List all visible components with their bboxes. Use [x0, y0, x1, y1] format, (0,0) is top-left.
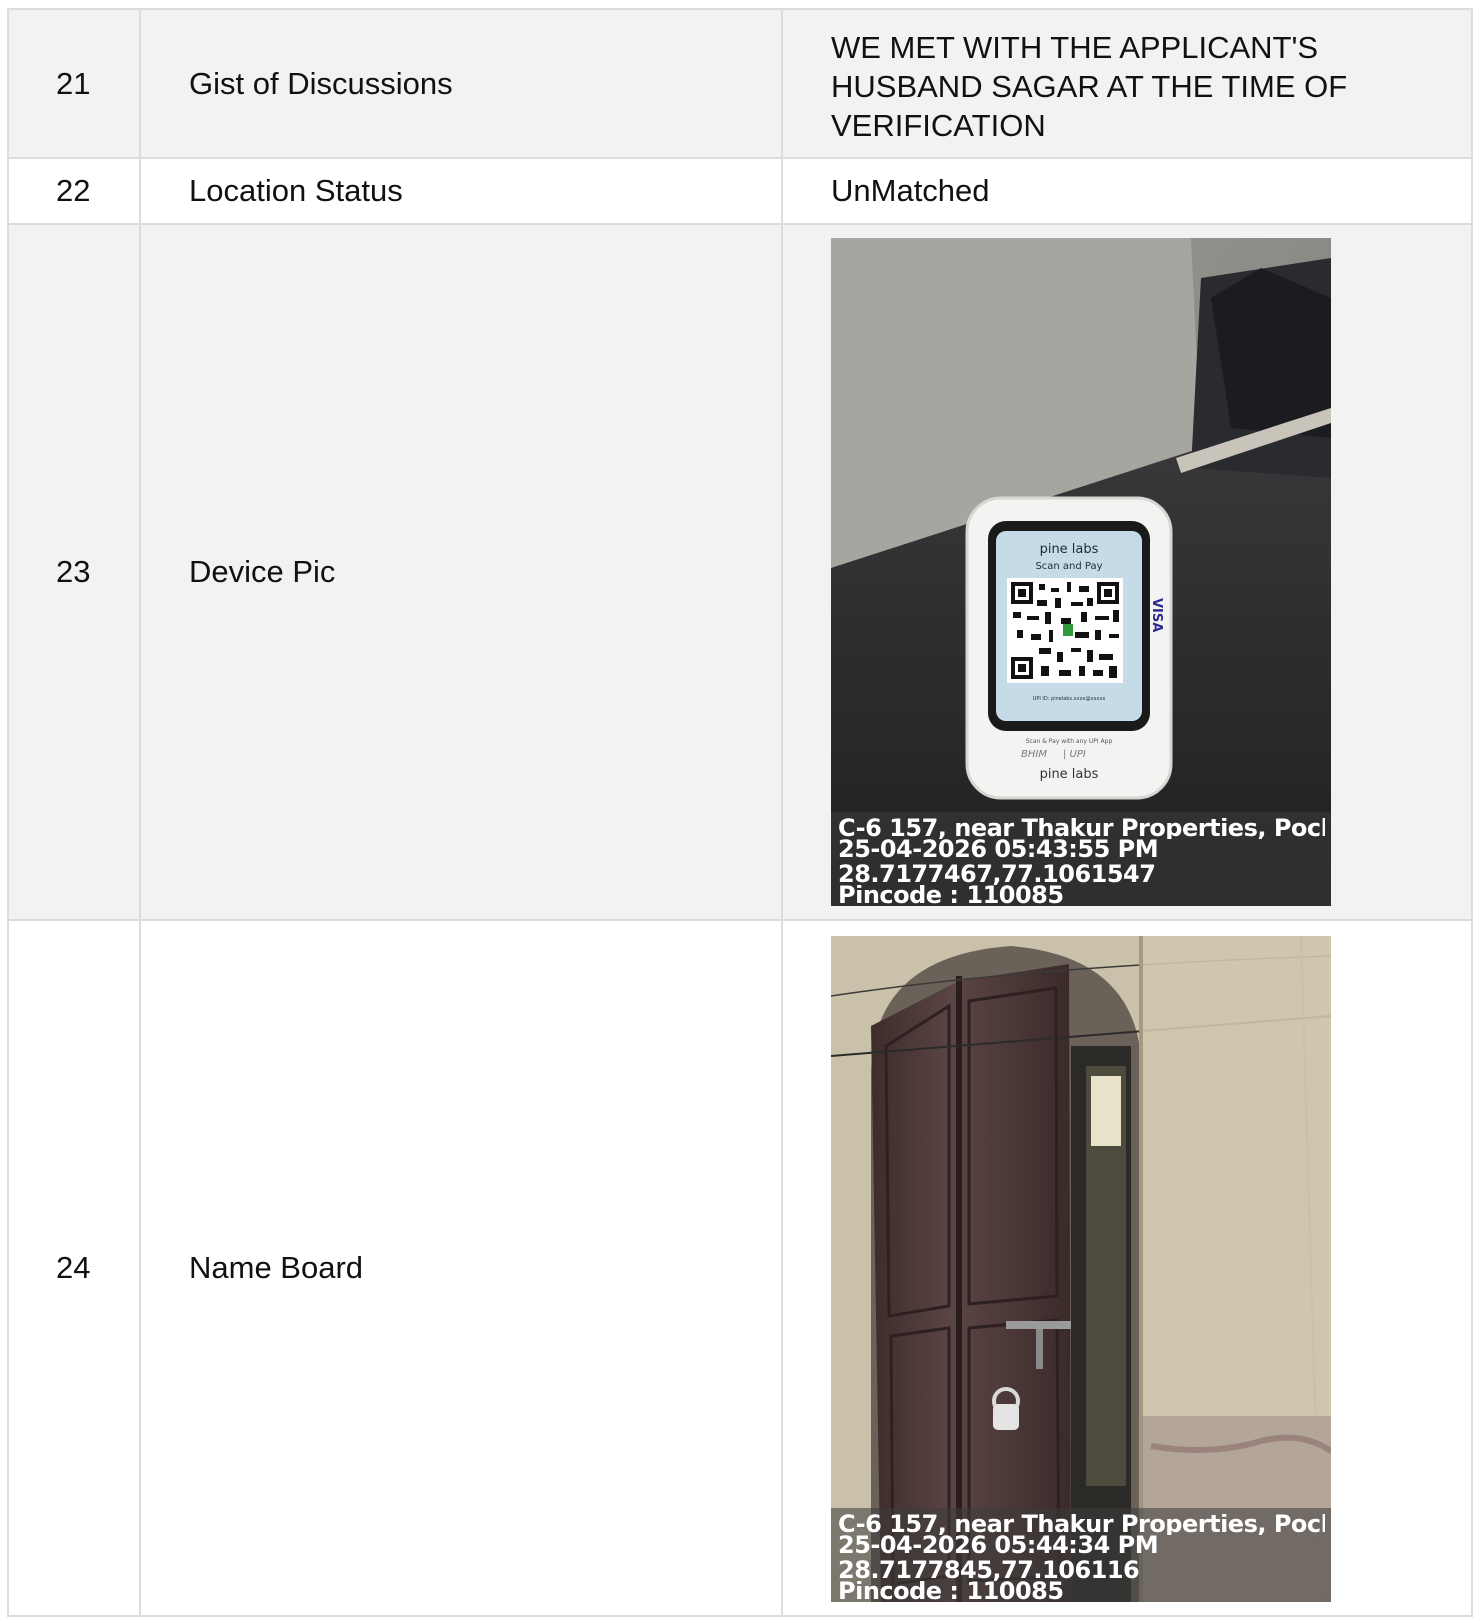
field-value: C-6 157, near Thakur Properties, Pocket … [781, 919, 1473, 1617]
svg-text:UPI ID: pinelabs.xxxx@xxxxx: UPI ID: pinelabs.xxxx@xxxxx [1033, 696, 1106, 702]
stamp-coords: 28.7177467,77.1061547 [838, 864, 1156, 885]
svg-text:BHIM: BHIM [1021, 749, 1047, 760]
device-screen-text: Scan and Pay [1035, 561, 1102, 572]
stamp-datetime: 25-04-2026 05:44:34 PM [838, 1535, 1159, 1556]
name-board-photo: C-6 157, near Thakur Properties, Pocket … [831, 936, 1331, 1602]
field-label: Name Board [139, 919, 783, 1617]
field-label: Device Pic [139, 223, 783, 921]
device-footer-text: Scan & Pay with any UPI App [1026, 738, 1113, 745]
row-number: 24 [7, 919, 141, 1617]
device-image: pine labs Scan and Pay UPI ID: pinelabs.… [831, 238, 1331, 906]
field-value: pine labs Scan and Pay UPI ID: pinelabs.… [781, 223, 1473, 921]
stamp-address: C-6 157, near Thakur Properties, Pocket … [838, 818, 1325, 839]
verification-table: 21 Gist of Discussions WE MET WITH THE A… [7, 8, 1473, 1617]
stamp-coords: 28.7177845,77.106116 [838, 1560, 1140, 1581]
stamp-pincode: Pincode : 110085 [838, 1581, 1064, 1602]
table-row: 23 Device Pic pine labs Scan and Pay UPI… [7, 223, 1473, 921]
field-label: Location Status [139, 157, 783, 225]
field-label: Gist of Discussions [139, 8, 783, 159]
door-image [831, 936, 1331, 1602]
table-row: 24 Name Board C-6 157, near Thakur Prope… [7, 919, 1473, 1617]
gist-text: WE MET WITH THE APPLICANT'S HUSBAND SAGA… [831, 30, 1348, 143]
device-photo: pine labs Scan and Pay UPI ID: pinelabs.… [831, 238, 1331, 906]
field-value: UnMatched [781, 157, 1473, 225]
geo-stamp: C-6 157, near Thakur Properties, Pocket … [831, 1508, 1331, 1602]
visa-logo: VISA [1149, 598, 1164, 632]
field-value: WE MET WITH THE APPLICANT'S HUSBAND SAGA… [781, 8, 1473, 159]
stamp-pincode: Pincode : 110085 [838, 885, 1064, 906]
geo-stamp: C-6 157, near Thakur Properties, Pocket … [831, 812, 1331, 906]
stamp-address: C-6 157, near Thakur Properties, Pocket … [838, 1514, 1325, 1535]
table-row: 21 Gist of Discussions WE MET WITH THE A… [7, 8, 1473, 159]
row-number: 21 [7, 8, 141, 159]
row-number: 22 [7, 157, 141, 225]
row-number: 23 [7, 223, 141, 921]
table-row: 22 Location Status UnMatched [7, 157, 1473, 225]
svg-text:| UPI: | UPI [1063, 749, 1086, 760]
stamp-datetime: 25-04-2026 05:43:55 PM [838, 839, 1159, 860]
device-brand-text: pine labs [1040, 542, 1099, 557]
device-brand-bottom: pine labs [1040, 767, 1099, 782]
